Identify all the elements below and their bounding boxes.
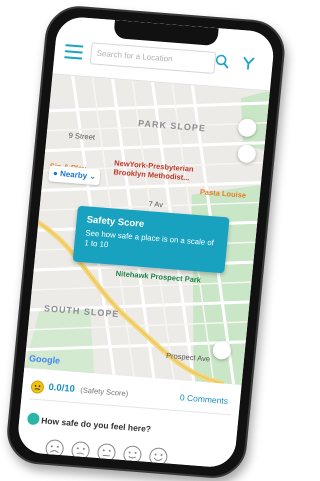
neutral-face-icon[interactable]: [96, 442, 118, 463]
comments-link[interactable]: 0 Comments: [179, 392, 228, 406]
safety-score-tooltip[interactable]: Safety Score See how safe a place is on …: [72, 205, 230, 274]
safe-face-icon[interactable]: [121, 444, 143, 465]
app-screen: Search for a Location ● Nearby ⌄ PARK SL…: [16, 15, 276, 469]
question-icon: [26, 412, 40, 426]
very-safe-face-icon[interactable]: [147, 446, 169, 467]
score-face-icon: [30, 380, 44, 394]
phone-frame: Search for a Location ● Nearby ⌄ PARK SL…: [4, 3, 288, 481]
location-pin-icon: ●: [52, 168, 59, 178]
subway-station-label[interactable]: 7 Av: [148, 199, 163, 209]
safety-score-label: (Safety Score): [79, 385, 129, 399]
chevron-down-icon: ⌄: [88, 171, 97, 181]
hamburger-menu-icon[interactable]: [64, 44, 84, 60]
rating-faces: [44, 438, 196, 469]
very-unsafe-face-icon[interactable]: [44, 438, 66, 459]
bottom-panel: 0.0/10 (Safety Score) 0 Comments How saf…: [16, 367, 242, 469]
filter-icon[interactable]: [240, 55, 257, 72]
safety-score-value: 0.0/10: [47, 381, 76, 395]
search-input[interactable]: Search for a Location: [89, 42, 217, 74]
search-icon[interactable]: [214, 53, 231, 70]
safety-score-row: 0.0/10 (Safety Score) 0 Comments: [29, 376, 233, 416]
safety-question: How safe do you feel here?: [40, 415, 152, 435]
nearby-label: Nearby: [59, 169, 88, 181]
map-view[interactable]: ● Nearby ⌄ PARK SLOPE SOUTH SLOPE 9 Stre…: [24, 73, 270, 386]
unsafe-face-icon[interactable]: [70, 440, 92, 461]
